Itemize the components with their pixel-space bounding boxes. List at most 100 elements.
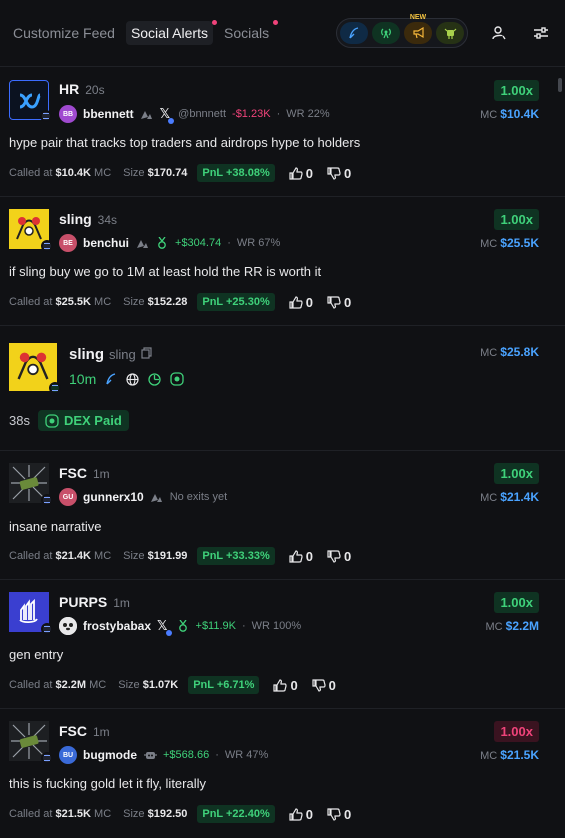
token-title: HR 20s bbox=[59, 81, 105, 97]
multiplier-badge: 1.00x bbox=[494, 721, 539, 742]
pair-card[interactable]: sling sling 10m MC $25.8K 38s DEX Paid bbox=[0, 326, 565, 451]
token-name[interactable]: HR bbox=[59, 81, 79, 97]
size-value: $152.28 bbox=[147, 296, 188, 308]
upvote-count: 0 bbox=[305, 165, 313, 181]
token-avatar[interactable] bbox=[9, 80, 52, 122]
pie-clock-icon[interactable] bbox=[148, 372, 161, 386]
token-name[interactable]: sling bbox=[59, 211, 92, 227]
token-name[interactable]: FSC bbox=[59, 465, 87, 481]
pnl-badge: PnL +33.33% bbox=[197, 547, 275, 565]
alert-message: gen entry bbox=[9, 647, 64, 662]
pair-links: 10m bbox=[69, 371, 184, 387]
thumbs-down-icon bbox=[327, 807, 341, 821]
market-cap: MC $21.4K bbox=[480, 490, 539, 504]
token-avatar[interactable] bbox=[9, 463, 53, 506]
user-handle[interactable]: @bnnnett bbox=[178, 108, 226, 120]
called-label: Called at bbox=[9, 167, 53, 179]
called-mc: $21.5K bbox=[55, 808, 91, 820]
dex-shield-icon bbox=[45, 413, 59, 428]
alert-stats: Called at $2.2M MC Size $1.07K PnL +6.71… bbox=[9, 676, 336, 694]
mc-label: MC bbox=[480, 750, 498, 762]
downvote-button[interactable]: 0 bbox=[312, 678, 336, 693]
caller-line: BE benchui +$304.74 · WR 67% bbox=[59, 234, 280, 252]
alert-stats: Called at $25.5K MC Size $152.28 PnL +25… bbox=[9, 293, 351, 311]
thumbs-up-icon bbox=[289, 295, 303, 309]
list-badge-icon bbox=[41, 240, 53, 252]
downvote-button[interactable]: 0 bbox=[327, 166, 351, 181]
alert-card[interactable]: FSC 1m GU gunnerx10 No exits yet insane … bbox=[0, 451, 565, 580]
multiplier-badge: 1.00x bbox=[494, 592, 539, 613]
user-name[interactable]: benchui bbox=[83, 236, 129, 250]
upvote-button[interactable]: 0 bbox=[289, 295, 313, 310]
source-filter-group: NEW bbox=[336, 14, 468, 48]
user-name[interactable]: bbennett bbox=[83, 107, 134, 121]
list-badge-icon bbox=[41, 623, 53, 635]
market-cap: MC $21.5K bbox=[480, 748, 539, 762]
caller-line: GU gunnerx10 No exits yet bbox=[59, 488, 227, 506]
alert-card[interactable]: sling 34s BE benchui +$304.74 · WR 67% i… bbox=[0, 197, 565, 326]
downvote-button[interactable]: 0 bbox=[327, 807, 351, 822]
downvote-button[interactable]: 0 bbox=[327, 295, 351, 310]
mascot-filter-button[interactable] bbox=[436, 22, 464, 44]
upvote-button[interactable]: 0 bbox=[289, 807, 313, 822]
alert-card[interactable]: PURPS 1m frostybabax 𝕏 +$11.9K · WR 100%… bbox=[0, 580, 565, 709]
signal-filter-button[interactable] bbox=[372, 22, 400, 44]
user-pnl: +$11.9K bbox=[195, 620, 236, 632]
mc-label: MC bbox=[480, 492, 498, 504]
mc-suffix: MC bbox=[89, 679, 107, 691]
pair-name[interactable]: sling bbox=[69, 346, 104, 363]
mc-value: $2.2M bbox=[505, 619, 539, 633]
mc-label: MC bbox=[480, 238, 498, 250]
caller-line: BB bbennett 𝕏 @bnnnett -$1.23K · WR 22% bbox=[59, 105, 330, 124]
token-avatar[interactable] bbox=[9, 721, 53, 764]
x-twitter-icon[interactable]: 𝕏 bbox=[160, 106, 175, 124]
tab-socials[interactable]: Socials bbox=[219, 20, 279, 45]
upvote-button[interactable]: 0 bbox=[273, 678, 298, 693]
copy-icon[interactable] bbox=[141, 347, 152, 359]
token-avatar[interactable] bbox=[9, 209, 53, 252]
tab-customize-feed[interactable]: Customize Feed bbox=[13, 21, 120, 45]
wallet-type-icon bbox=[140, 108, 154, 120]
upvote-button[interactable]: 0 bbox=[289, 549, 313, 564]
announcement-filter-button[interactable]: NEW bbox=[404, 14, 432, 44]
downvote-button[interactable]: 0 bbox=[327, 549, 351, 564]
pnl-badge: PnL +22.40% bbox=[197, 805, 275, 823]
user-search-button[interactable] bbox=[488, 22, 510, 44]
pair-avatar[interactable] bbox=[9, 343, 61, 394]
win-rate: WR 67% bbox=[236, 237, 281, 249]
user-name[interactable]: frostybabax bbox=[83, 619, 151, 633]
user-avatar[interactable]: BU bbox=[59, 746, 77, 764]
user-name[interactable]: gunnerx10 bbox=[83, 490, 144, 504]
alert-card[interactable]: FSC 1m BU bugmode +$568.66 · WR 47% this… bbox=[0, 709, 565, 838]
globe-icon[interactable] bbox=[126, 372, 139, 386]
user-avatar[interactable]: GU bbox=[59, 488, 77, 506]
sliders-icon bbox=[534, 27, 548, 39]
user-name[interactable]: bugmode bbox=[83, 748, 137, 762]
called-label: Called at bbox=[9, 808, 53, 820]
medal-icon bbox=[176, 620, 190, 632]
separator: · bbox=[227, 237, 231, 249]
token-name[interactable]: FSC bbox=[59, 723, 87, 739]
list-badge-icon bbox=[41, 494, 53, 506]
wallet-type-icon bbox=[135, 237, 149, 249]
dex-paid-badge[interactable]: DEX Paid bbox=[37, 410, 129, 431]
user-avatar[interactable] bbox=[59, 617, 77, 635]
token-name[interactable]: PURPS bbox=[59, 594, 107, 610]
user-avatar[interactable]: BE bbox=[59, 234, 77, 252]
token-title: sling 34s bbox=[59, 211, 117, 227]
feather-filter-button[interactable] bbox=[340, 22, 368, 44]
notification-dot bbox=[273, 20, 279, 25]
dex-status: 38s DEX Paid bbox=[9, 410, 129, 431]
tab-social-alerts[interactable]: Social Alerts bbox=[125, 20, 217, 45]
thumbs-down-icon bbox=[327, 166, 341, 180]
filter-settings-button[interactable] bbox=[530, 22, 552, 44]
dex-shield-icon[interactable] bbox=[170, 372, 184, 386]
thumbs-up-icon bbox=[289, 807, 303, 821]
feather-icon[interactable] bbox=[105, 373, 117, 385]
upvote-button[interactable]: 0 bbox=[289, 166, 313, 181]
x-twitter-icon[interactable]: 𝕏 bbox=[157, 618, 173, 636]
mc-suffix: MC bbox=[94, 808, 112, 820]
alert-card[interactable]: HR 20s BB bbennett 𝕏 @bnnnett -$1.23K · … bbox=[0, 67, 565, 197]
token-avatar[interactable] bbox=[9, 592, 53, 635]
user-avatar[interactable]: BB bbox=[59, 105, 77, 123]
